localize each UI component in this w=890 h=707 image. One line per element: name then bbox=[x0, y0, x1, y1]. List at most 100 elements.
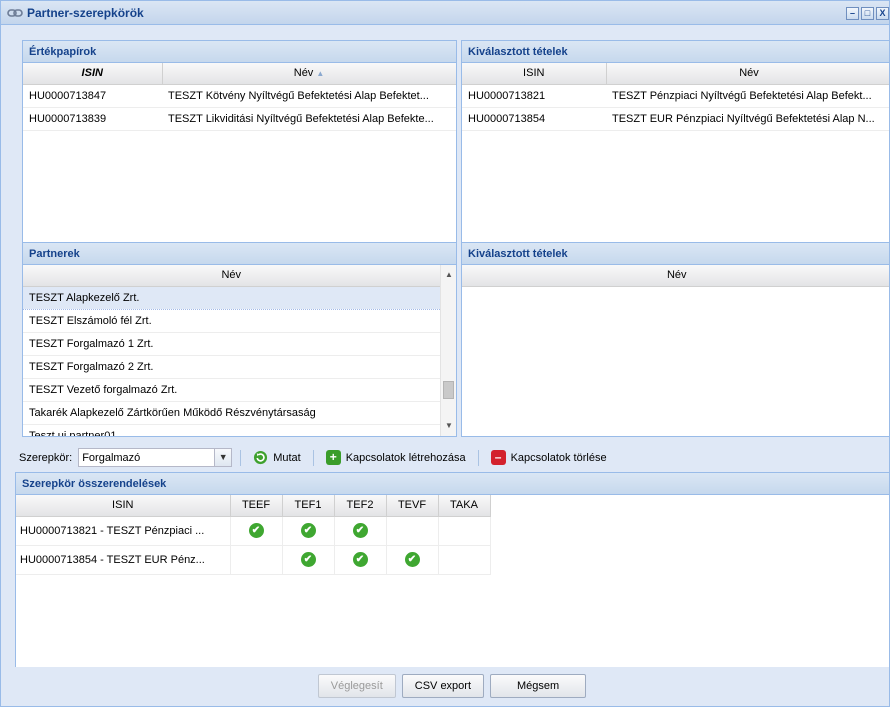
partners-panel: Partnerek Név TESZT Alapkezelő Zrt. TESZ… bbox=[22, 242, 457, 437]
role-cell-tevf[interactable]: ✔ bbox=[386, 545, 439, 575]
role-cell-tef1[interactable]: ✔ bbox=[282, 545, 335, 575]
securities-panel: Értékpapírok ISIN Név ▲ HU0000713847 TESZ… bbox=[22, 40, 457, 256]
isin-cell: HU0000713839 bbox=[23, 107, 162, 131]
role-label: Szerepkör: bbox=[19, 451, 73, 464]
column-header-isin[interactable]: ISIN bbox=[16, 495, 231, 517]
role-cell-tef1[interactable]: ✔ bbox=[282, 516, 335, 546]
scroll-up-icon[interactable]: ▲ bbox=[441, 267, 456, 283]
assignments-grid: ISIN TEEF TEF1 TEF2 TEVF TAKA HU00007138… bbox=[16, 495, 889, 575]
column-header-name[interactable]: Név ▲ bbox=[162, 63, 456, 85]
selected-partners-panel: Kiválasztott tételek Név bbox=[461, 242, 889, 437]
column-header-isin[interactable]: ISIN bbox=[462, 63, 607, 85]
role-cell-tevf[interactable] bbox=[386, 516, 439, 546]
role-cell-taka[interactable] bbox=[438, 545, 491, 575]
delete-links-button[interactable]: – Kapcsolatok törlése bbox=[487, 450, 611, 465]
refresh-icon bbox=[254, 450, 268, 465]
finalize-button[interactable]: Véglegesít bbox=[317, 674, 396, 698]
list-item[interactable]: Teszt uj partner01 bbox=[23, 424, 440, 436]
check-icon: ✔ bbox=[404, 552, 420, 567]
minimize-icon[interactable]: – bbox=[846, 7, 859, 20]
role-cell-teef[interactable] bbox=[230, 545, 283, 575]
table-row[interactable]: HU0000713854 - TESZT EUR Pénz... ✔ ✔ ✔ bbox=[16, 545, 889, 575]
list-item[interactable]: Takarék Alapkezelő Zártkörűen Működő Rés… bbox=[23, 401, 440, 425]
column-header-taka[interactable]: TAKA bbox=[438, 495, 491, 517]
column-header-tef2[interactable]: TEF2 bbox=[334, 495, 387, 517]
assignments-panel-title: Szerepkör összerendelések bbox=[16, 473, 889, 495]
name-cell: TESZT EUR Pénzpiaci Nyíltvégű Befektetés… bbox=[606, 107, 889, 131]
link-icon bbox=[7, 8, 23, 17]
list-item[interactable]: TESZT Elszámoló fél Zrt. bbox=[23, 309, 440, 333]
role-cell-tef2[interactable]: ✔ bbox=[334, 516, 387, 546]
table-row[interactable]: HU0000713854 TESZT EUR Pénzpiaci Nyíltvé… bbox=[462, 107, 889, 131]
partner-roles-window: Partner-szerepkörök – □ X Értékpapírok I… bbox=[0, 0, 890, 707]
role-cell-teef[interactable]: ✔ bbox=[230, 516, 283, 546]
selected-partners-panel-title: Kiválasztott tételek bbox=[462, 243, 889, 265]
table-row[interactable]: HU0000713847 TESZT Kötvény Nyíltvégű Bef… bbox=[23, 84, 456, 108]
role-combobox[interactable]: ▼ bbox=[78, 448, 233, 467]
check-icon: ✔ bbox=[352, 552, 368, 567]
sort-asc-icon: ▲ bbox=[316, 69, 325, 79]
remove-icon: – bbox=[490, 450, 506, 465]
role-cell-tef2[interactable]: ✔ bbox=[334, 545, 387, 575]
column-header-isin[interactable]: ISIN bbox=[23, 63, 163, 85]
list-item[interactable]: TESZT Forgalmazó 2 Zrt. bbox=[23, 355, 440, 379]
role-cell-taka[interactable] bbox=[438, 516, 491, 546]
role-input[interactable] bbox=[79, 449, 215, 466]
chevron-down-icon[interactable]: ▼ bbox=[214, 449, 232, 466]
securities-grid: ISIN Név ▲ HU0000713847 TESZT Kötvény Nyí… bbox=[23, 63, 456, 131]
column-header-name[interactable]: Név bbox=[23, 265, 441, 287]
toolbar-separator bbox=[240, 449, 242, 466]
add-icon: + bbox=[325, 450, 341, 465]
partners-grid: Név TESZT Alapkezelő Zrt. TESZT Elszámol… bbox=[23, 265, 441, 436]
isin-cell: HU0000713821 - TESZT Pénzpiaci ... bbox=[16, 516, 231, 546]
selected-partners-grid: Név bbox=[462, 265, 889, 287]
isin-cell: HU0000713821 bbox=[462, 84, 606, 108]
check-icon: ✔ bbox=[248, 523, 264, 538]
column-header-name[interactable]: Név bbox=[606, 63, 889, 85]
scroll-down-icon[interactable]: ▼ bbox=[441, 418, 456, 434]
column-header-teef[interactable]: TEEF bbox=[230, 495, 283, 517]
footer-button-bar: Véglegesít CSV export Mégsem bbox=[15, 666, 889, 706]
delete-links-label: Kapcsolatok törlése bbox=[510, 451, 607, 464]
partners-scrollbar[interactable]: ▲ ▼ bbox=[440, 265, 456, 436]
list-item[interactable]: TESZT Forgalmazó 1 Zrt. bbox=[23, 332, 440, 356]
toolbar-separator bbox=[477, 449, 479, 466]
selected-securities-grid: ISIN Név HU0000713821 TESZT Pénzpiaci Ny… bbox=[462, 63, 889, 131]
role-toolbar: Szerepkör: ▼ Mutat + Kapcsolatok létreho… bbox=[15, 445, 889, 470]
column-header-tevf[interactable]: TEVF bbox=[386, 495, 439, 517]
filler-cell bbox=[490, 516, 889, 545]
isin-cell: HU0000713854 - TESZT EUR Pénz... bbox=[16, 545, 231, 575]
table-row[interactable]: HU0000713839 TESZT Likviditási Nyíltvégű… bbox=[23, 107, 456, 131]
table-row[interactable]: HU0000713821 TESZT Pénzpiaci Nyíltvégű B… bbox=[462, 84, 889, 108]
create-links-button[interactable]: + Kapcsolatok létrehozása bbox=[322, 450, 470, 465]
toolbar-separator bbox=[312, 449, 314, 466]
name-cell: TESZT Kötvény Nyíltvégű Befektetési Alap… bbox=[162, 84, 456, 108]
isin-cell: HU0000713854 bbox=[462, 107, 606, 131]
column-header-tef1[interactable]: TEF1 bbox=[282, 495, 335, 517]
selected-securities-panel: Kiválasztott tételek ISIN Név HU00007138… bbox=[461, 40, 889, 256]
create-links-label: Kapcsolatok létrehozása bbox=[345, 451, 466, 464]
check-icon: ✔ bbox=[300, 523, 316, 538]
cancel-button[interactable]: Mégsem bbox=[490, 674, 587, 698]
window-title: Partner-szerepkörök bbox=[27, 5, 144, 20]
name-cell: TESZT Likviditási Nyíltvégű Befektetési … bbox=[162, 107, 456, 131]
check-icon: ✔ bbox=[300, 552, 316, 567]
table-row[interactable]: HU0000713821 - TESZT Pénzpiaci ... ✔ ✔ ✔ bbox=[16, 516, 889, 546]
assignments-panel: Szerepkör összerendelések ISIN TEEF TEF1… bbox=[15, 472, 889, 667]
filler-cell bbox=[490, 545, 889, 574]
selected-securities-panel-title: Kiválasztott tételek bbox=[462, 41, 889, 63]
show-button[interactable]: Mutat bbox=[249, 450, 305, 465]
scroll-thumb[interactable] bbox=[443, 381, 454, 399]
maximize-icon[interactable]: □ bbox=[861, 7, 874, 20]
csv-export-button[interactable]: CSV export bbox=[401, 674, 485, 698]
partners-panel-title: Partnerek bbox=[23, 243, 456, 265]
isin-cell: HU0000713847 bbox=[23, 84, 162, 108]
list-item[interactable]: TESZT Alapkezelő Zrt. bbox=[23, 285, 440, 310]
column-header-filler bbox=[490, 495, 889, 516]
close-icon[interactable]: X bbox=[876, 7, 889, 20]
window-header[interactable]: Partner-szerepkörök – □ X bbox=[1, 1, 889, 25]
check-icon: ✔ bbox=[352, 523, 368, 538]
list-item[interactable]: TESZT Vezető forgalmazó Zrt. bbox=[23, 378, 440, 402]
securities-panel-title: Értékpapírok bbox=[23, 41, 456, 63]
column-header-name[interactable]: Név bbox=[462, 265, 889, 287]
